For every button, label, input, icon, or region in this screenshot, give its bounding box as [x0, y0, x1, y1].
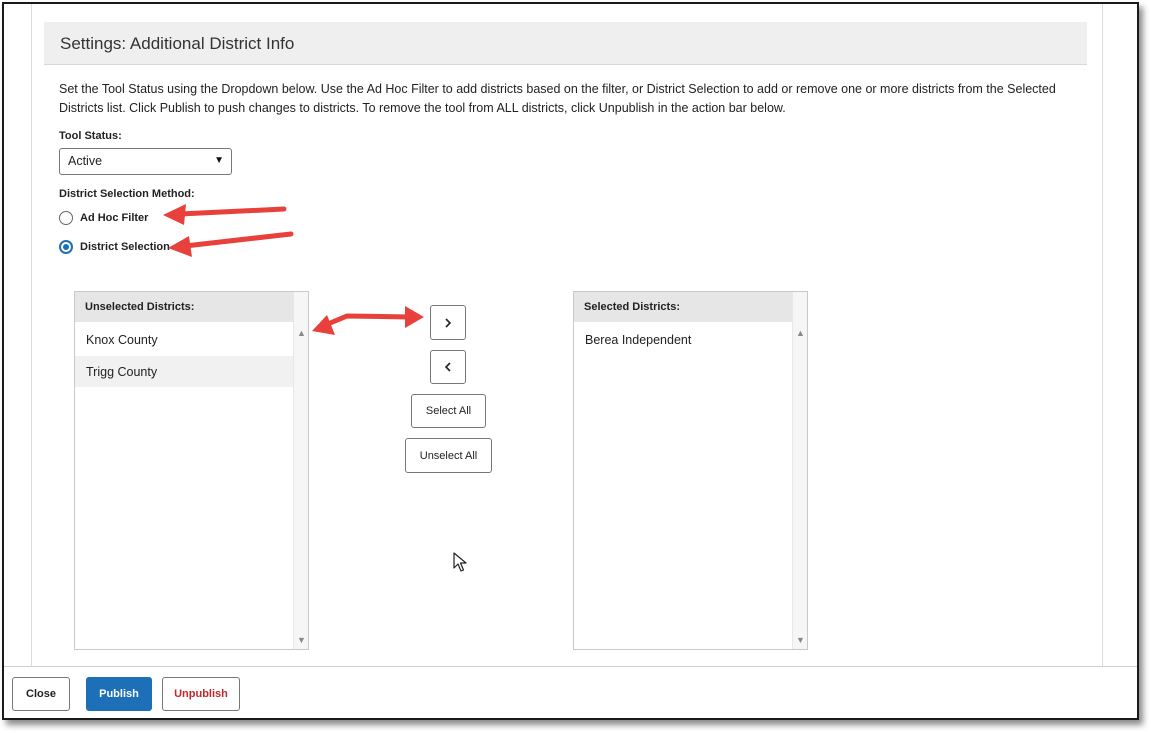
- scroll-down-icon[interactable]: ▼: [796, 635, 805, 645]
- radio-ad-hoc-filter[interactable]: Ad Hoc Filter: [59, 209, 148, 227]
- selected-districts-header: Selected Districts:: [574, 292, 793, 322]
- scroll-up-icon[interactable]: ▲: [796, 328, 805, 338]
- list-item[interactable]: Knox County: [75, 324, 294, 355]
- tool-status-label: Tool Status:: [59, 130, 122, 142]
- chevron-left-icon: [444, 362, 451, 372]
- settings-header: Settings: Additional District Info: [44, 22, 1087, 65]
- radio-district-selection[interactable]: District Selection: [59, 238, 170, 256]
- tool-status-select[interactable]: Active ▼: [59, 148, 232, 175]
- select-all-button[interactable]: Select All: [411, 394, 486, 428]
- radio-button-unchecked[interactable]: [59, 211, 73, 225]
- scroll-down-icon[interactable]: ▼: [297, 635, 306, 645]
- action-bar: Close Publish Unpublish: [4, 666, 1137, 718]
- move-left-button[interactable]: [430, 350, 466, 384]
- district-selection-method-label: District Selection Method:: [59, 188, 195, 200]
- move-right-button[interactable]: [430, 305, 466, 340]
- unpublish-button[interactable]: Unpublish: [162, 677, 240, 711]
- chevron-right-icon: [445, 317, 452, 328]
- radio-label-district-selection: District Selection: [80, 241, 170, 253]
- radio-label-ad-hoc-filter: Ad Hoc Filter: [80, 212, 149, 224]
- unselect-all-button[interactable]: Unselect All: [405, 438, 492, 473]
- instructions-text: Set the Tool Status using the Dropdown b…: [59, 82, 1056, 115]
- close-button[interactable]: Close: [12, 677, 70, 711]
- unselected-districts-list[interactable]: Unselected Districts: Knox County Trigg …: [74, 291, 309, 650]
- list-item[interactable]: Berea Independent: [574, 324, 793, 355]
- page-title: Settings: Additional District Info: [60, 34, 295, 53]
- radio-button-checked[interactable]: [59, 240, 73, 254]
- scrollbar[interactable]: ▲ ▼: [792, 292, 807, 649]
- scrollbar[interactable]: ▲ ▼: [293, 292, 308, 649]
- list-item[interactable]: Trigg County: [75, 356, 294, 387]
- selected-districts-list[interactable]: Selected Districts: Berea Independent ▲ …: [573, 291, 808, 650]
- unselected-districts-header: Unselected Districts:: [75, 292, 294, 322]
- dialog-window: Settings: Additional District Info Set t…: [2, 2, 1139, 720]
- publish-button[interactable]: Publish: [86, 677, 152, 711]
- dropdown-caret-icon: ▼: [214, 155, 224, 166]
- scroll-up-icon[interactable]: ▲: [297, 328, 306, 338]
- mouse-cursor-icon: [453, 552, 467, 572]
- tool-status-value: Active: [68, 154, 103, 168]
